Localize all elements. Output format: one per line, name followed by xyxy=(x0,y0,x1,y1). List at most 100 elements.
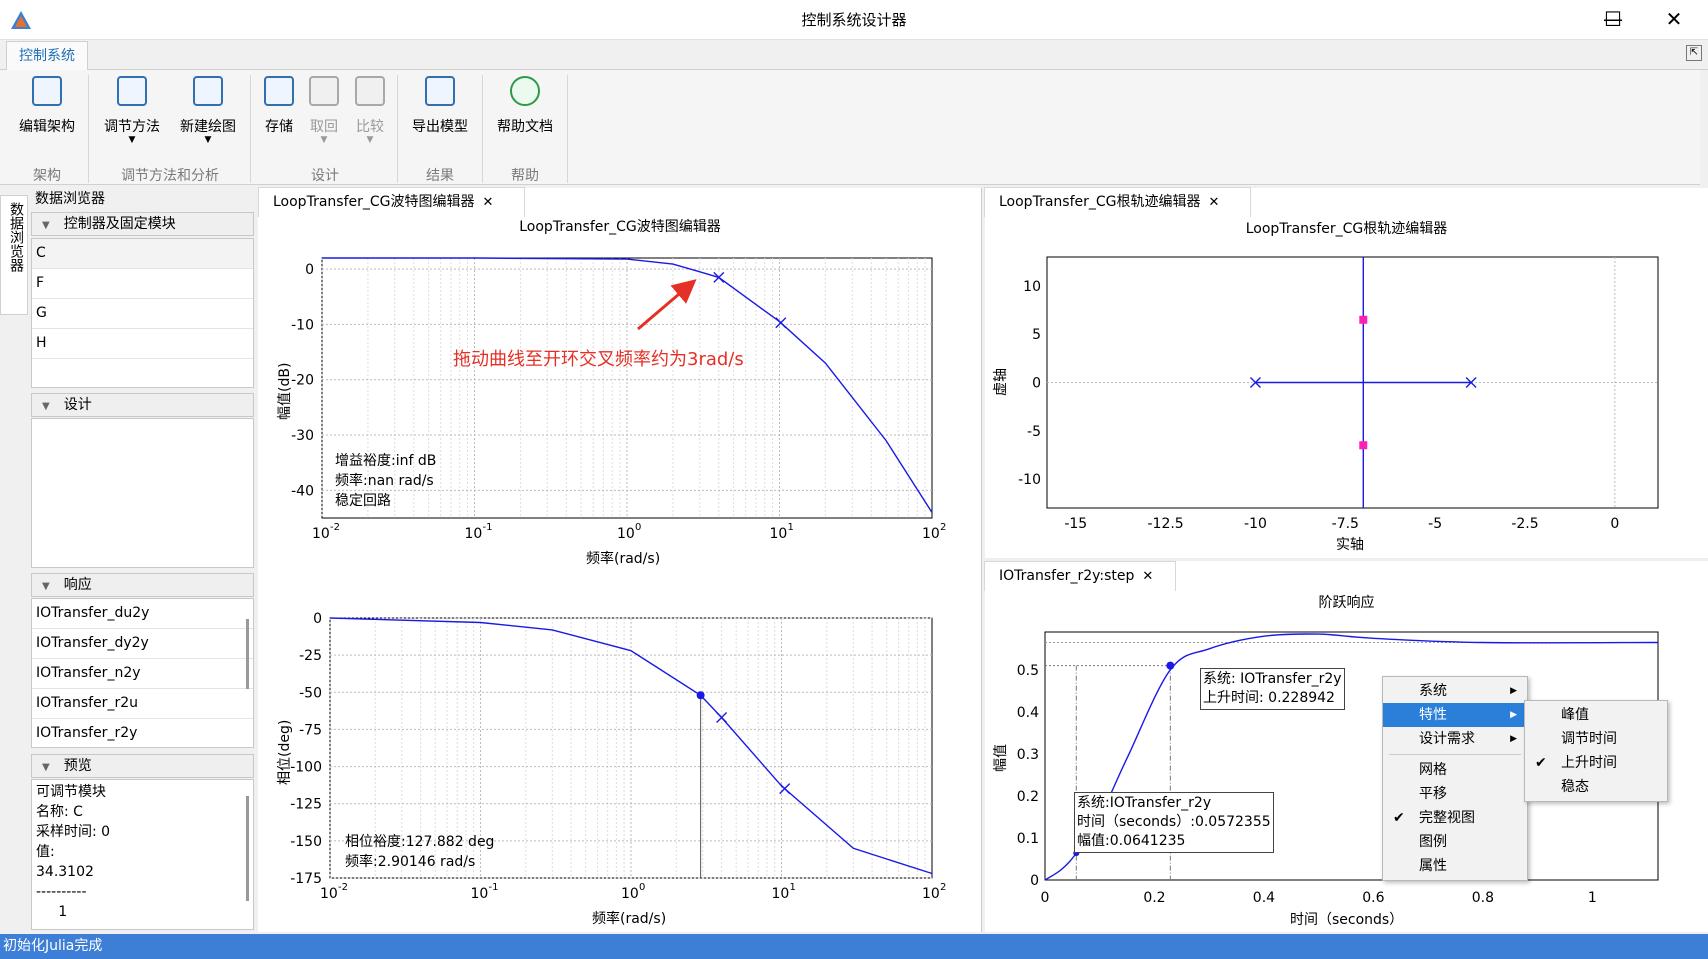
phase-xlabel: 频率(rad/s) xyxy=(592,911,667,927)
menu-item-grid[interactable]: 网格 xyxy=(1383,758,1527,782)
x-tick-exponent: 2 xyxy=(940,522,946,533)
x-tick-exponent: -1 xyxy=(483,522,493,533)
x-tick-exponent: 0 xyxy=(639,882,645,893)
x-tick-label: -12.5 xyxy=(1147,516,1183,532)
y-tick-label: -50 xyxy=(299,685,322,701)
menu-item-properties[interactable]: 属性 xyxy=(1383,854,1527,878)
chevron-right-icon: ▶ xyxy=(1510,686,1517,696)
menu-divider xyxy=(1389,754,1521,755)
rise-time-datatip[interactable]: 系统: IOTransfer_r2y 上升时间: 0.228942 xyxy=(1200,668,1345,710)
y-tick-label: -100 xyxy=(290,760,322,776)
x-tick-label: -7.5 xyxy=(1332,516,1359,532)
x-tick-label: -5 xyxy=(1428,516,1442,532)
rl-xlabel: 实轴 xyxy=(1336,537,1364,553)
x-tick-exponent: -1 xyxy=(489,882,499,893)
x-tick-exponent: 1 xyxy=(788,522,794,533)
menu-item-system[interactable]: 系统 ▶ xyxy=(1383,679,1527,703)
rl-ylabel: 虚轴 xyxy=(993,368,1009,396)
y-tick-label: 0 xyxy=(1030,873,1039,889)
y-tick-label: -40 xyxy=(291,483,314,499)
y-tick-label: -5 xyxy=(1027,424,1041,440)
y-tick-label: 0.3 xyxy=(1017,747,1039,763)
x-tick-label: 0.6 xyxy=(1362,890,1384,906)
datatip-line: 时间（seconds）:0.0572355 xyxy=(1077,814,1271,830)
datatip-line: 系统: IOTransfer_r2y xyxy=(1203,671,1342,687)
y-tick-label: 10 xyxy=(1023,279,1041,295)
x-tick-label: 0.8 xyxy=(1472,890,1494,906)
x-tick-label: 0 xyxy=(1610,516,1619,532)
phase-margin-info: 相位裕度:127.882 deg 频率:2.90146 rad/s xyxy=(345,832,494,872)
phase-margin-text: 相位裕度:127.882 deg xyxy=(345,834,495,850)
x-tick-label: 10 xyxy=(922,886,940,902)
x-tick-label: 10 xyxy=(471,886,489,902)
menu-item-characteristics[interactable]: 特性 ▶ xyxy=(1383,703,1527,727)
datatip-line: 系统:IOTransfer_r2y xyxy=(1077,795,1212,811)
chevron-right-icon: ▶ xyxy=(1510,734,1517,744)
step-xlabel: 时间（seconds） xyxy=(1290,912,1404,928)
chevron-right-icon: ▶ xyxy=(1510,710,1517,720)
submenu-item-rise-time[interactable]: ✔ 上升时间 xyxy=(1525,751,1667,775)
bode-annotation: 拖动曲线至开环交叉频率约为3rad/s xyxy=(453,349,744,370)
x-tick-label: 10 xyxy=(320,886,338,902)
x-tick-label: 10 xyxy=(617,526,635,542)
x-tick-label: -10 xyxy=(1244,516,1267,532)
y-tick-label: -10 xyxy=(1018,472,1041,488)
x-tick-label: 10 xyxy=(465,526,483,542)
mag-xlabel: 频率(rad/s) xyxy=(586,551,661,567)
checkmark-icon: ✔ xyxy=(1535,755,1547,771)
y-tick-label: -25 xyxy=(299,648,322,664)
x-tick-exponent: 2 xyxy=(940,882,946,893)
x-tick-exponent: -2 xyxy=(330,522,340,533)
y-tick-label: -30 xyxy=(291,428,314,444)
x-tick-exponent: 0 xyxy=(635,522,641,533)
y-tick-label: 0.4 xyxy=(1017,705,1039,721)
y-tick-label: -175 xyxy=(290,871,322,887)
gain-margin-info: 增益裕度:inf dB 频率:nan rad/s 稳定回路 xyxy=(335,451,436,511)
x-tick-label: 10 xyxy=(922,526,940,542)
gain-freq-text: 频率:nan rad/s xyxy=(335,473,434,489)
closed-loop-pole-marker xyxy=(1359,315,1368,324)
y-tick-label: 0 xyxy=(305,262,314,278)
y-tick-label: -20 xyxy=(291,373,314,389)
mag-ylabel: 幅值(dB) xyxy=(277,362,293,420)
y-tick-label: 0 xyxy=(1032,376,1041,392)
y-tick-label: -10 xyxy=(291,317,314,333)
submenu-item-peak[interactable]: 峰值 xyxy=(1525,703,1667,727)
x-tick-label: 1 xyxy=(1588,890,1597,906)
rise-time-point xyxy=(1166,661,1175,670)
x-tick-exponent: -2 xyxy=(338,882,348,893)
step-ylabel: 幅值 xyxy=(993,744,1009,772)
checkmark-icon: ✔ xyxy=(1393,810,1405,826)
menu-item-full-view[interactable]: ✔ 完整视图 xyxy=(1383,806,1527,830)
y-tick-label: 0 xyxy=(313,611,322,627)
context-menu: 系统 ▶ 特性 ▶ 设计需求 ▶ 网格 平移 ✔ 完整视图 图例 属性 xyxy=(1382,676,1528,881)
point-datatip[interactable]: 系统:IOTransfer_r2y 时间（seconds）:0.0572355 … xyxy=(1074,792,1274,853)
x-tick-label: 10 xyxy=(770,526,788,542)
phase-margin-point xyxy=(696,691,705,700)
submenu-item-steady-state[interactable]: 稳态 xyxy=(1525,775,1667,799)
y-tick-label: 0.2 xyxy=(1017,789,1039,805)
x-tick-label: 10 xyxy=(621,886,639,902)
closed-loop-pole-marker xyxy=(1359,441,1368,450)
status-bar: 初始化Julia完成 xyxy=(0,934,1708,959)
gain-margin-text: 增益裕度:inf dB xyxy=(335,453,437,469)
x-tick-label: 0.2 xyxy=(1143,890,1165,906)
x-tick-label: 0.4 xyxy=(1253,890,1275,906)
x-tick-exponent: 1 xyxy=(790,882,796,893)
menu-item-design-requirements[interactable]: 设计需求 ▶ xyxy=(1383,727,1527,751)
y-tick-label: 0.5 xyxy=(1017,663,1039,679)
y-tick-label: -150 xyxy=(290,834,322,850)
menu-item-legend[interactable]: 图例 xyxy=(1383,830,1527,854)
phase-freq-text: 频率:2.90146 rad/s xyxy=(345,854,476,870)
y-tick-label: 5 xyxy=(1032,327,1041,343)
y-tick-label: -125 xyxy=(290,797,322,813)
phase-ylabel: 相位(deg) xyxy=(277,719,293,785)
menu-item-pan[interactable]: 平移 xyxy=(1383,782,1527,806)
y-tick-label: 0.1 xyxy=(1017,831,1039,847)
submenu-item-settling-time[interactable]: 调节时间 xyxy=(1525,727,1667,751)
root-locus-plot[interactable]: -15 -12.5 -10 -7.5 -5 -2.5 0 10 5 0 -5 -10 xyxy=(1018,256,1659,532)
x-tick-label: 10 xyxy=(312,526,330,542)
y-tick-label: -75 xyxy=(299,722,322,738)
x-tick-label: -15 xyxy=(1064,516,1087,532)
stable-loop-text: 稳定回路 xyxy=(335,493,391,509)
